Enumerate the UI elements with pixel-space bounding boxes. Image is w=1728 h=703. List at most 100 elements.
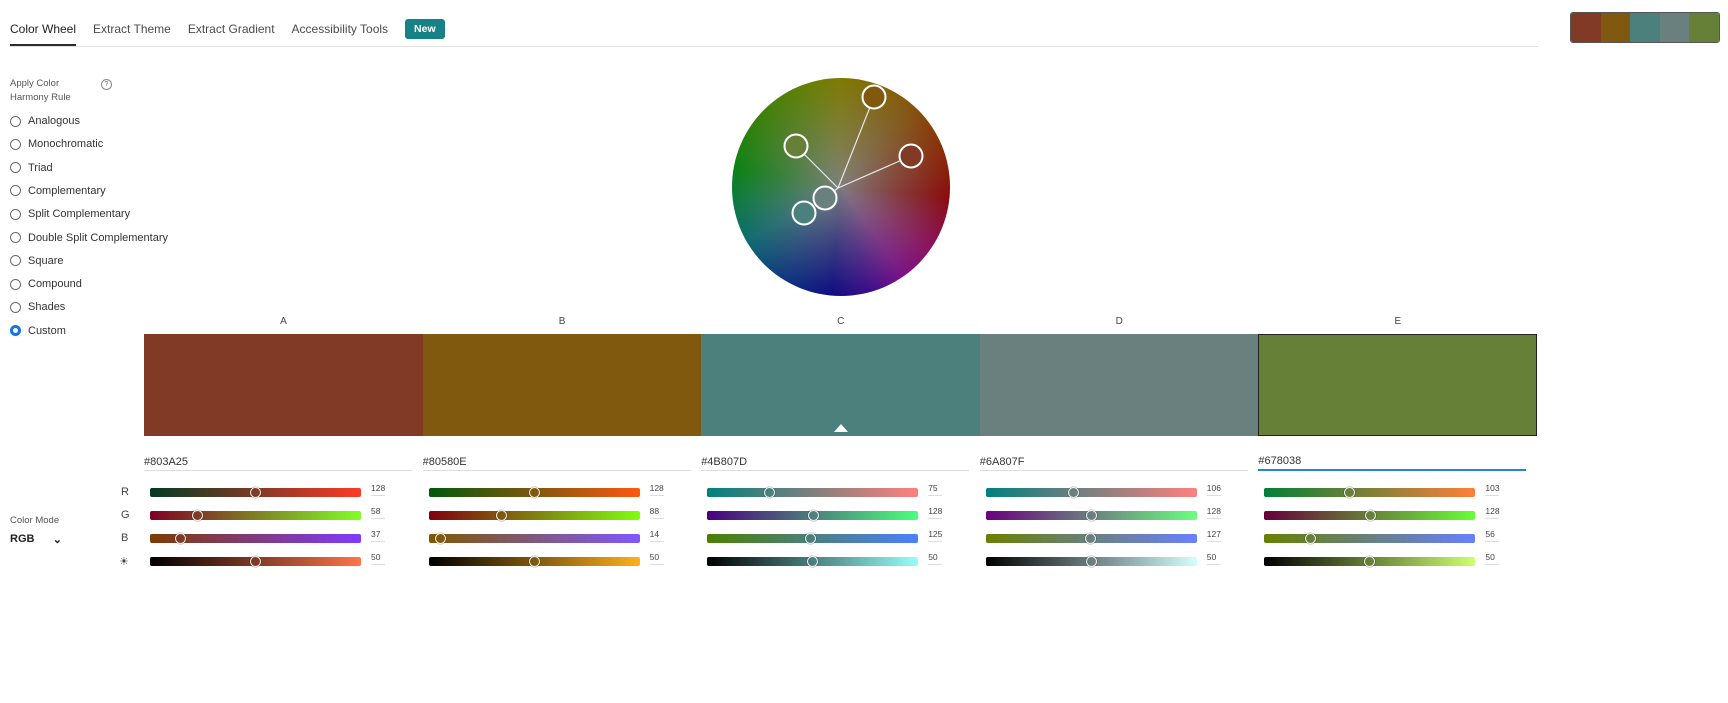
hex-input[interactable] <box>979 453 1248 471</box>
radio-button-icon[interactable] <box>10 185 21 197</box>
red-slider[interactable] <box>985 487 1197 498</box>
radio-shades[interactable]: Shades <box>10 301 65 313</box>
theme-preview-palette[interactable] <box>1570 12 1720 43</box>
blue-slider[interactable] <box>428 533 640 544</box>
radio-button-icon[interactable] <box>10 232 21 243</box>
wheel-handle-a[interactable] <box>898 143 924 169</box>
brightness-value[interactable]: 50 <box>1485 552 1500 565</box>
radio-button-icon[interactable] <box>10 115 21 127</box>
tab-extract-gradient[interactable]: Extract Gradient <box>188 18 275 46</box>
green-value[interactable]: 128 <box>1206 506 1221 519</box>
wheel-handle-b[interactable] <box>861 84 887 110</box>
radio-complementary[interactable]: Complementary <box>10 185 106 197</box>
help-icon[interactable]: ? <box>101 79 112 90</box>
brightness-value[interactable]: 50 <box>1206 552 1221 565</box>
swatch-d[interactable] <box>979 334 1259 436</box>
radio-triad[interactable]: Triad <box>10 162 53 174</box>
green-slider[interactable] <box>707 510 919 521</box>
slider-thumb[interactable] <box>1068 487 1079 498</box>
slider-thumb[interactable] <box>192 510 204 521</box>
brightness-slider[interactable] <box>985 556 1197 567</box>
blue-value[interactable]: 127 <box>1206 529 1221 542</box>
red-value[interactable]: 128 <box>371 483 385 496</box>
blue-value[interactable]: 37 <box>371 529 385 542</box>
slider-thumb[interactable] <box>434 533 446 544</box>
tab-extract-theme[interactable]: Extract Theme <box>93 18 171 46</box>
color-mode-dropdown[interactable]: RGB ⌄ <box>10 533 62 546</box>
tab-accessibility-tools[interactable]: Accessibility Tools <box>292 18 388 46</box>
slider-thumb[interactable] <box>1344 487 1356 498</box>
palette-color-d[interactable] <box>1659 13 1690 42</box>
swatch-c[interactable] <box>701 334 980 436</box>
brightness-value[interactable]: 50 <box>649 552 664 565</box>
slider-thumb[interactable] <box>807 510 819 521</box>
slider-thumb[interactable] <box>1086 510 1098 521</box>
tab-color-wheel[interactable]: Color Wheel <box>10 18 77 46</box>
red-slider[interactable] <box>150 487 361 498</box>
green-value[interactable]: 88 <box>649 506 664 519</box>
blue-slider[interactable] <box>150 533 361 544</box>
red-value[interactable]: 106 <box>1206 483 1221 496</box>
blue-slider[interactable] <box>1264 533 1476 544</box>
wheel-handle-d[interactable] <box>812 185 838 211</box>
green-value[interactable]: 128 <box>928 506 942 519</box>
swatch-b[interactable] <box>422 334 702 436</box>
red-slider[interactable] <box>1264 487 1476 498</box>
slider-thumb[interactable] <box>1364 556 1376 567</box>
radio-button-icon[interactable] <box>10 208 21 220</box>
radio-analogous[interactable]: Analogous <box>10 115 80 127</box>
red-value[interactable]: 103 <box>1485 483 1500 496</box>
radio-button-icon[interactable] <box>10 162 21 174</box>
brightness-slider[interactable] <box>150 556 361 567</box>
slider-thumb[interactable] <box>250 487 262 498</box>
radio-button-icon[interactable] <box>10 301 21 313</box>
slider-thumb[interactable] <box>763 487 775 498</box>
blue-value[interactable]: 14 <box>649 529 664 542</box>
slider-thumb[interactable] <box>805 533 817 544</box>
green-slider[interactable] <box>428 510 640 521</box>
radio-square[interactable]: Square <box>10 255 63 267</box>
radio-double-split-complementary[interactable]: Double Split Complementary <box>10 232 168 244</box>
slider-thumb[interactable] <box>529 487 540 498</box>
red-slider[interactable] <box>707 487 919 498</box>
swatch-a[interactable] <box>144 334 423 436</box>
radio-button-icon[interactable] <box>10 325 21 337</box>
brightness-value[interactable]: 50 <box>371 552 385 565</box>
brightness-value[interactable]: 50 <box>928 552 943 565</box>
green-value[interactable]: 58 <box>371 506 385 519</box>
green-slider[interactable] <box>985 510 1197 521</box>
radio-compound[interactable]: Compound <box>10 278 82 290</box>
brightness-slider[interactable] <box>428 556 640 567</box>
slider-thumb[interactable] <box>250 556 261 567</box>
blue-value[interactable]: 56 <box>1485 529 1500 542</box>
radio-button-icon[interactable] <box>10 138 21 150</box>
slider-thumb[interactable] <box>175 533 187 544</box>
radio-custom[interactable]: Custom <box>10 325 66 337</box>
hex-input[interactable] <box>422 453 691 471</box>
palette-color-e[interactable] <box>1689 13 1719 42</box>
radio-split-complementary[interactable]: Split Complementary <box>10 208 130 220</box>
red-value[interactable]: 128 <box>649 483 664 496</box>
palette-color-a[interactable] <box>1571 13 1601 42</box>
slider-thumb[interactable] <box>1364 510 1376 521</box>
slider-thumb[interactable] <box>807 556 819 567</box>
palette-color-c[interactable] <box>1630 13 1660 42</box>
green-slider[interactable] <box>1264 510 1476 521</box>
red-slider[interactable] <box>428 487 640 498</box>
slider-thumb[interactable] <box>495 510 507 521</box>
brightness-slider[interactable] <box>1264 556 1476 567</box>
blue-value[interactable]: 125 <box>928 529 942 542</box>
wheel-handle-e[interactable] <box>783 133 809 159</box>
blue-slider[interactable] <box>985 533 1197 544</box>
hex-input[interactable] <box>701 453 970 471</box>
slider-thumb[interactable] <box>1085 556 1097 567</box>
swatch-e[interactable] <box>1258 334 1537 436</box>
slider-thumb[interactable] <box>1305 533 1317 544</box>
slider-thumb[interactable] <box>1085 533 1097 544</box>
radio-monochromatic[interactable]: Monochromatic <box>10 138 103 150</box>
brightness-slider[interactable] <box>707 556 919 567</box>
wheel-handle-c[interactable] <box>791 200 817 226</box>
red-value[interactable]: 75 <box>928 483 943 496</box>
hex-input[interactable] <box>1258 453 1527 471</box>
hex-input[interactable] <box>144 453 412 471</box>
